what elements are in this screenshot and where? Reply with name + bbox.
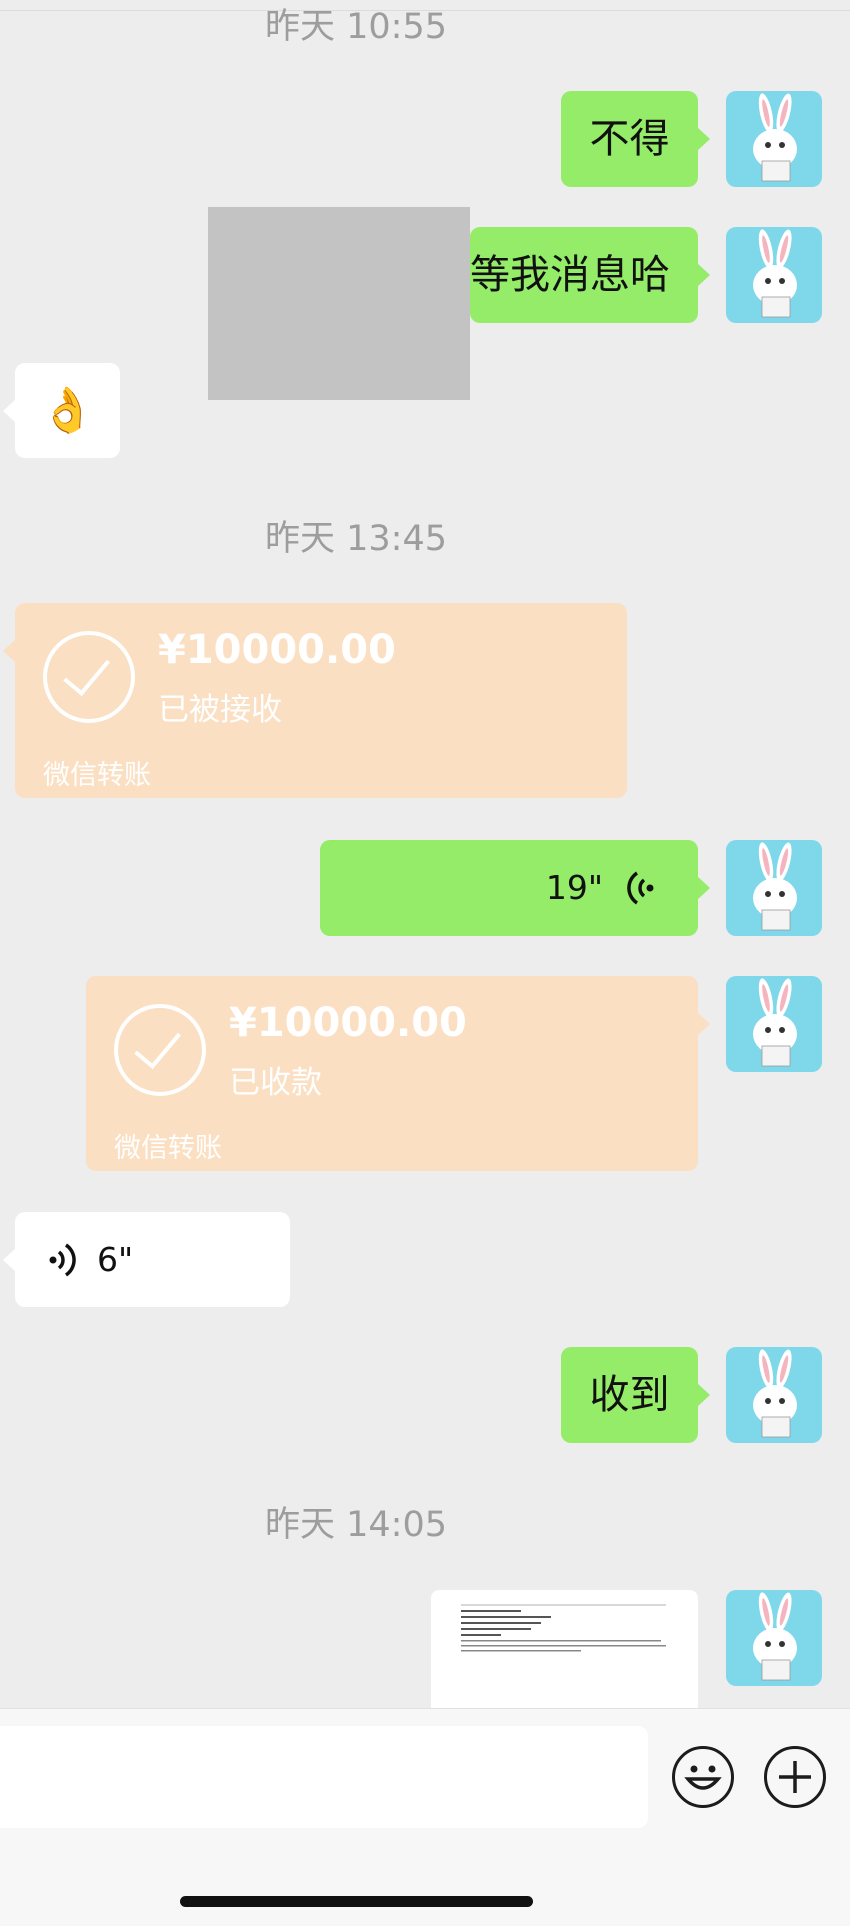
bunny-avatar-icon <box>753 978 797 1067</box>
bunny-avatar-icon <box>753 1592 797 1681</box>
avatar-self[interactable] <box>726 1347 822 1443</box>
sent-message-2[interactable]: 等我消息哈 <box>470 227 710 323</box>
check-circle-icon <box>43 631 135 723</box>
avatar-self[interactable] <box>726 227 822 323</box>
message-text: 等我消息哈 <box>470 252 670 298</box>
transfer-footer: 微信转账 <box>43 760 151 791</box>
avatar-self[interactable] <box>726 976 822 1072</box>
bunny-avatar-icon <box>753 1349 797 1438</box>
bunny-avatar-icon <box>753 229 797 318</box>
transfer-card-2[interactable]: ¥10000.00 已收款 微信转账 <box>86 976 710 1171</box>
plus-circle-icon <box>779 1761 811 1793</box>
voice-duration: 19" <box>545 868 603 907</box>
voice-duration: 6" <box>97 1240 134 1279</box>
received-emoji-message[interactable]: 👌 <box>3 363 120 458</box>
timestamp-2: 昨天 13:45 <box>265 519 447 559</box>
add-button[interactable] <box>764 1746 826 1808</box>
emoji-button[interactable] <box>672 1746 734 1808</box>
sent-message-3[interactable]: 收到 <box>561 1347 710 1443</box>
transfer-status: 已被接收 <box>158 692 282 728</box>
message-input[interactable] <box>0 1726 648 1828</box>
avatar-self[interactable] <box>726 91 822 187</box>
message-text: 收到 <box>589 1372 670 1418</box>
timestamp-3: 昨天 14:05 <box>265 1505 447 1545</box>
transfer-amount: ¥10000.00 <box>229 1000 467 1046</box>
voice-wave-icon <box>49 1243 76 1277</box>
sent-message-1[interactable]: 不得 <box>561 91 710 187</box>
ok-hand-emoji: 👌 <box>40 385 95 436</box>
transfer-status: 已收款 <box>229 1065 322 1101</box>
voice-wave-icon <box>627 871 654 905</box>
transfer-footer: 微信转账 <box>114 1133 222 1164</box>
transfer-card-1[interactable]: ¥10000.00 已被接收 微信转账 <box>3 603 627 798</box>
message-text: 不得 <box>589 116 670 162</box>
avatar-self[interactable] <box>726 840 822 936</box>
timestamp-1: 昨天 10:55 <box>265 7 447 47</box>
emoji-smile-icon <box>684 1765 722 1790</box>
avatar-self[interactable] <box>726 1590 822 1686</box>
bunny-avatar-icon <box>753 842 797 931</box>
home-indicator[interactable] <box>180 1896 533 1907</box>
transfer-amount: ¥10000.00 <box>158 627 396 673</box>
check-circle-icon <box>114 1004 206 1096</box>
image-placeholder[interactable] <box>208 207 470 400</box>
sent-voice-message[interactable]: 19" <box>320 840 710 936</box>
bunny-avatar-icon <box>753 93 797 182</box>
received-voice-message[interactable]: 6" <box>3 1212 290 1307</box>
